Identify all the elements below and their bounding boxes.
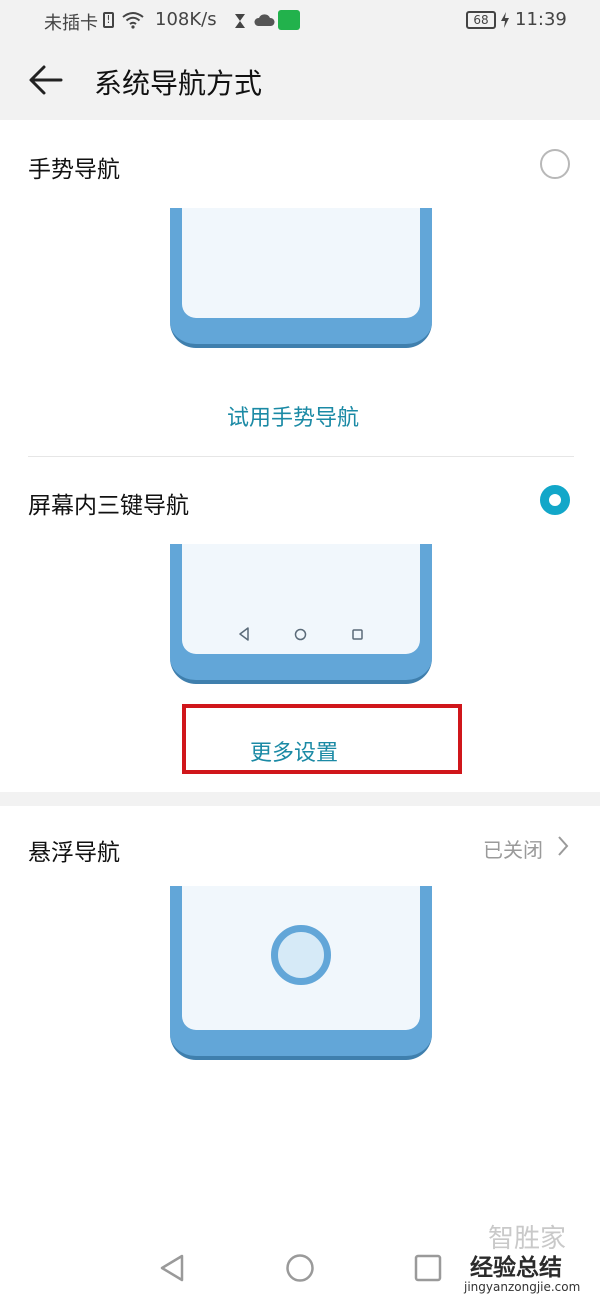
- nav-recent-icon[interactable]: [414, 1254, 442, 1282]
- gesture-phone-illustration: [170, 208, 432, 348]
- mini-recent-icon: [352, 629, 363, 640]
- battery-icon: 68: [466, 11, 496, 29]
- mini-back-icon: [239, 627, 249, 641]
- gesture-nav-title: 手势导航: [28, 157, 120, 183]
- floating-phone-screen: [182, 886, 420, 1030]
- back-arrow-icon[interactable]: [28, 64, 64, 96]
- hourglass-icon: [235, 14, 245, 28]
- three-key-phone-screen: [182, 544, 420, 654]
- floating-phone-illustration: [170, 886, 432, 1060]
- floating-nav-title: 悬浮导航: [28, 840, 120, 866]
- floating-nav-status: 已关闭: [483, 838, 543, 862]
- page-title: 系统导航方式: [94, 67, 263, 100]
- gesture-nav-radio[interactable]: [540, 149, 570, 179]
- sim-alert-icon: !: [103, 12, 114, 28]
- watermark-main: 经验总结: [470, 1255, 562, 1281]
- network-speed: 108K/s: [155, 9, 217, 30]
- three-key-phone-illustration: [170, 544, 432, 684]
- section-separator: [0, 792, 600, 806]
- mini-home-icon: [294, 628, 307, 641]
- three-key-nav-radio[interactable]: [540, 485, 570, 515]
- floating-nav-button-icon: [271, 925, 331, 985]
- nav-home-icon[interactable]: [285, 1253, 315, 1283]
- cloud-icon: [254, 14, 275, 26]
- try-gesture-link[interactable]: 试用手势导航: [227, 400, 359, 432]
- title-bar: [0, 44, 600, 120]
- clock: 11:39: [515, 9, 567, 30]
- charging-icon: [501, 12, 509, 28]
- more-settings-link[interactable]: 更多设置: [250, 735, 338, 767]
- chevron-right-icon[interactable]: [556, 835, 570, 857]
- watermark-url: jingyanzongjie.com: [464, 1280, 581, 1294]
- wifi-icon: [122, 12, 144, 29]
- carrier-text: 未插卡: [44, 13, 98, 34]
- nav-back-icon[interactable]: [158, 1253, 186, 1283]
- gesture-phone-screen: [182, 208, 420, 318]
- three-key-nav-title: 屏幕内三键导航: [28, 493, 189, 519]
- app-notification-icon: [278, 10, 300, 30]
